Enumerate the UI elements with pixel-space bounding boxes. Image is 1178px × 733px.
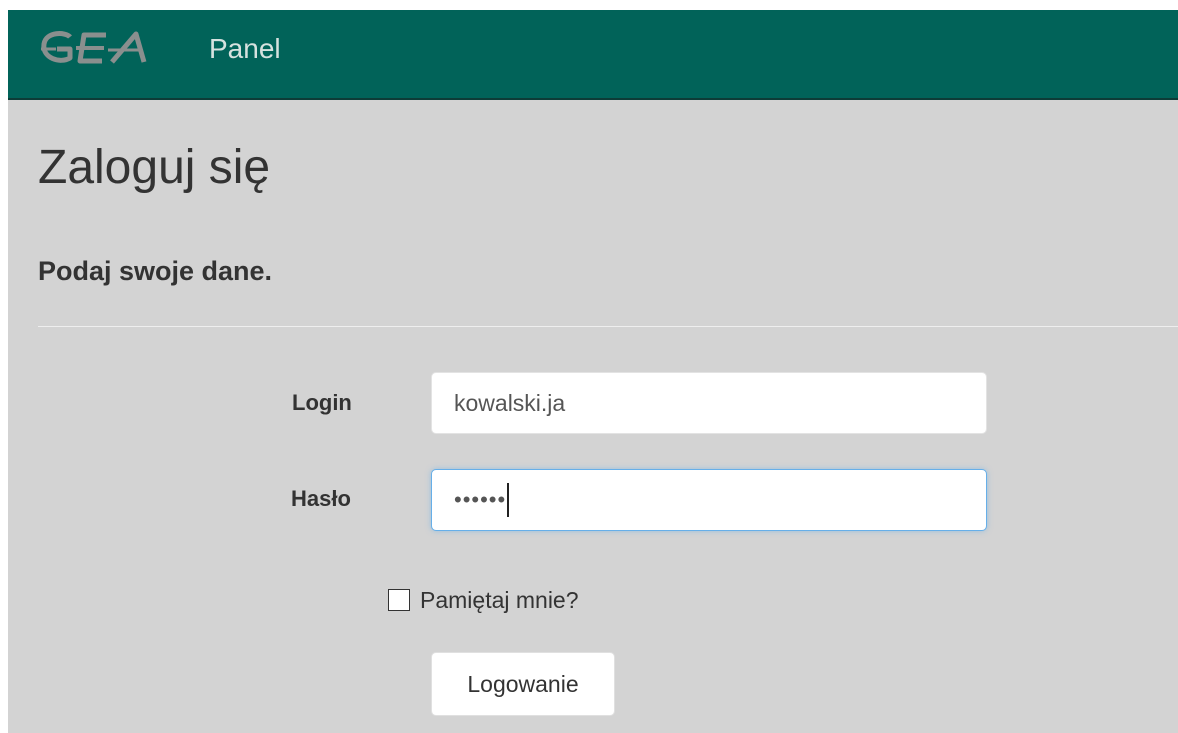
login-input[interactable] xyxy=(431,372,987,434)
text-caret xyxy=(507,483,510,517)
page-title: Zaloguj się xyxy=(38,141,271,194)
navbar: Panel xyxy=(8,10,1178,100)
login-button[interactable]: Logowanie xyxy=(431,652,615,716)
brand-title[interactable]: Panel xyxy=(209,29,281,69)
remember-checkbox[interactable] xyxy=(388,589,410,611)
password-input[interactable]: •••••• xyxy=(431,469,987,531)
login-label: Login xyxy=(292,390,352,415)
gea-logo[interactable] xyxy=(40,28,180,68)
remember-me[interactable]: Pamiętaj mnie? xyxy=(388,585,579,615)
page-subtitle: Podaj swoje dane. xyxy=(38,256,273,286)
remember-label[interactable]: Pamiętaj mnie? xyxy=(420,585,579,615)
divider xyxy=(38,326,1178,327)
password-mask: •••••• xyxy=(454,487,507,512)
password-label: Hasło xyxy=(291,486,351,511)
page-frame: Panel Zaloguj się Podaj swoje dane. Logi… xyxy=(8,10,1178,733)
